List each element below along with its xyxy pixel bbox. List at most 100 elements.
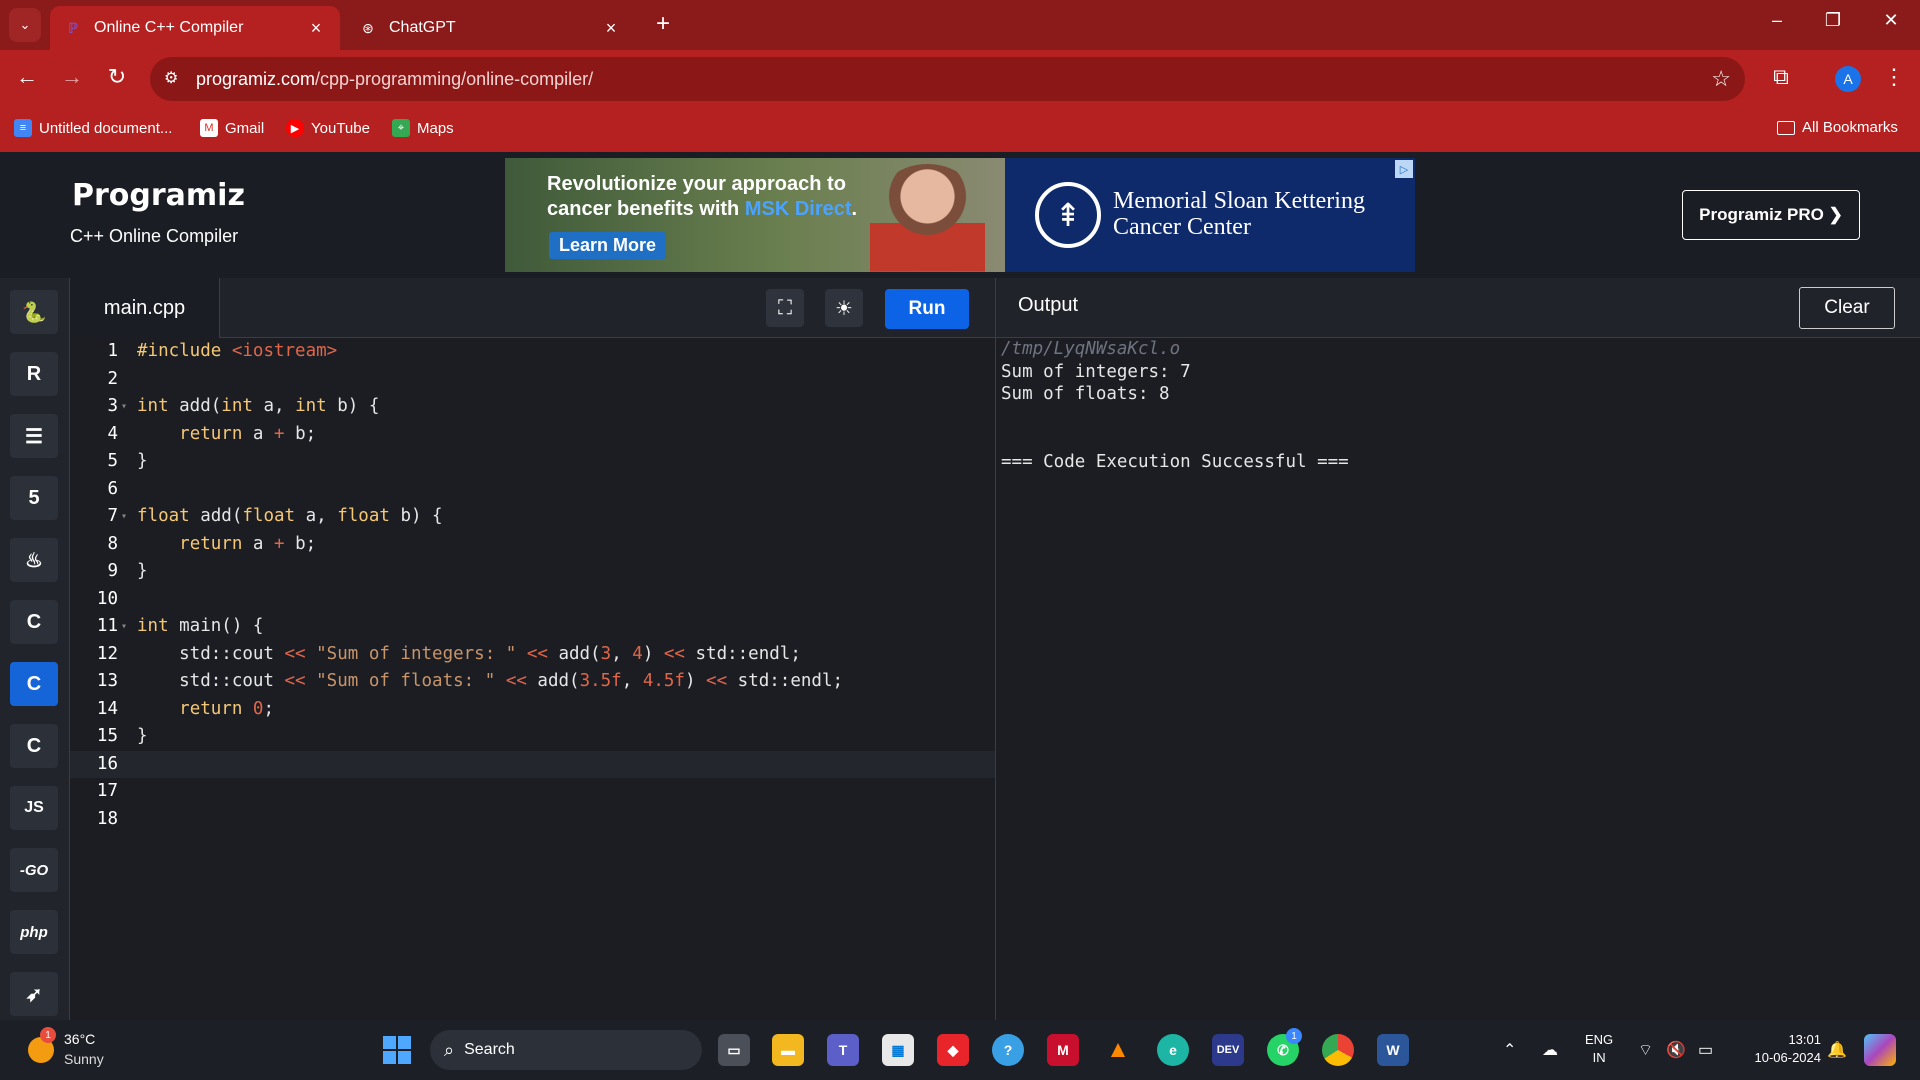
word-icon[interactable]: W (1377, 1034, 1409, 1066)
code-line[interactable]: 14 return 0; (70, 696, 995, 724)
code-editor[interactable]: 1 #include <iostream> 2 3 ▾ int add(int a, in… (70, 338, 995, 1020)
reload-icon[interactable]: ↻ (102, 64, 132, 90)
input-language-indicator[interactable]: ENG IN (1585, 1031, 1613, 1067)
code-line[interactable]: 1 #include <iostream> (70, 338, 995, 366)
folder-icon (1777, 120, 1795, 135)
javascript-icon[interactable]: JS (10, 786, 58, 830)
tab-close-icon[interactable]: × (601, 18, 621, 39)
csharp-language-icon[interactable]: C (10, 724, 58, 768)
code-line[interactable]: 3 ▾ int add(int a, int b) { (70, 393, 995, 421)
r-language-icon[interactable]: R (10, 352, 58, 396)
code-line[interactable]: 5} (70, 448, 995, 476)
output-panel[interactable]: /tmp/LyqNWsaKcl.o Sum of integers: 7 Sum o… (995, 338, 1920, 1020)
go-language-icon[interactable]: -GO (10, 848, 58, 892)
chrome-icon[interactable] (1322, 1034, 1354, 1066)
c-language-icon[interactable]: C (10, 600, 58, 644)
copilot-icon[interactable] (1864, 1034, 1896, 1066)
new-tab-button[interactable]: + (650, 10, 676, 38)
site-info-icon[interactable]: ⚙ (164, 68, 178, 88)
programiz-logo[interactable]: Programiz (72, 178, 245, 213)
bookmark-maps[interactable]: ⌖ Maps (392, 119, 454, 137)
anydesk-icon[interactable]: ◆ (937, 1034, 969, 1066)
fold-arrow-icon[interactable]: ▾ (121, 393, 127, 421)
tab-online-cpp-compiler[interactable]: ℙ Online C++ Compiler × (50, 6, 340, 50)
output-line: === Code Execution Successful === (1001, 451, 1349, 472)
bookmark-youtube[interactable]: ▶ YouTube (286, 119, 370, 137)
advertisement-banner[interactable]: Revolutionize your approach to cancer be… (505, 158, 1415, 272)
task-view-icon[interactable]: ▭ (718, 1034, 750, 1066)
code-line[interactable]: 13 std::cout << "Sum of floats: " << add… (70, 668, 995, 696)
swift-icon[interactable]: ➶ (10, 972, 58, 1016)
mcafee-icon[interactable]: M (1047, 1034, 1079, 1066)
tab-chatgpt[interactable]: ⊛ ChatGPT × (345, 6, 635, 50)
show-hidden-icons[interactable]: ⌃ (1503, 1040, 1516, 1060)
teams-icon[interactable]: T (827, 1034, 859, 1066)
html5-icon[interactable]: 5 (10, 476, 58, 520)
code-line[interactable]: 16 (70, 750, 995, 778)
vlc-icon[interactable]: ▲ (1102, 1034, 1134, 1066)
address-bar[interactable]: ⚙ programiz.com/cpp-programming/online-c… (150, 57, 1745, 101)
bookmark-untitled-document[interactable]: ≡ Untitled document... (14, 119, 172, 137)
windows-start-icon[interactable] (383, 1036, 411, 1064)
theme-toggle-sun-icon[interactable]: ☀ (825, 289, 863, 327)
code-line[interactable]: 17 (70, 778, 995, 806)
cpp-language-icon[interactable]: C (10, 662, 58, 706)
sql-database-icon[interactable]: ☰ (10, 414, 58, 458)
search-label: Search (464, 1041, 515, 1058)
profile-avatar[interactable]: A (1835, 66, 1861, 92)
bookmark-gmail[interactable]: M Gmail (200, 119, 264, 137)
restore-icon[interactable]: ❐ (1818, 10, 1848, 31)
taskbar-search-box[interactable]: ⌕ Search (430, 1030, 702, 1070)
onedrive-icon[interactable]: ☁ (1542, 1040, 1558, 1060)
tab-close-icon[interactable]: × (306, 18, 326, 39)
minimize-icon[interactable]: – (1762, 10, 1792, 31)
java-icon[interactable]: ♨ (10, 538, 58, 582)
microsoft-store-icon[interactable]: ▦ (882, 1034, 914, 1066)
clear-output-button[interactable]: Clear (1799, 287, 1895, 329)
code-line[interactable]: 7 ▾ float add(float a, float b) { (70, 503, 995, 531)
taskbar-clock[interactable]: 13:01 10-06-2024 (1735, 1031, 1822, 1067)
code-line[interactable]: 18 (70, 806, 995, 834)
close-window-icon[interactable]: ✕ (1876, 10, 1906, 31)
extensions-icon[interactable]: ⧉ (1766, 64, 1796, 90)
forward-icon[interactable]: → (57, 64, 87, 90)
code-text: float add(float a, float b) { (137, 506, 443, 526)
battery-icon[interactable]: ▭ (1698, 1040, 1713, 1060)
python-icon[interactable]: 🐍 (10, 290, 58, 334)
code-line[interactable]: 11 ▾ int main() { (70, 613, 995, 641)
code-line[interactable]: 15} (70, 723, 995, 751)
code-line[interactable]: 9} (70, 558, 995, 586)
file-tab-main-cpp[interactable]: main.cpp (70, 278, 220, 338)
fold-arrow-icon[interactable]: ▾ (121, 503, 127, 531)
menu-icon[interactable]: ⋮ (1879, 64, 1909, 90)
wifi-icon[interactable]: ⌔ (1638, 1040, 1653, 1060)
notification-bell-icon[interactable]: 🔔 (1827, 1040, 1847, 1060)
dev-tool-icon[interactable]: DEV (1212, 1034, 1244, 1066)
programiz-pro-button[interactable]: Programiz PRO ❯ (1682, 190, 1860, 240)
code-line[interactable]: 6 (70, 476, 995, 504)
weather-temperature[interactable]: 36°C (64, 1031, 95, 1047)
url-text[interactable]: programiz.com/cpp-programming/online-com… (196, 69, 593, 90)
ad-learn-more-button[interactable]: Learn More (549, 232, 667, 259)
help-icon[interactable]: ? (992, 1034, 1024, 1066)
back-icon[interactable]: ← (12, 64, 42, 90)
code-line[interactable]: 2 (70, 366, 995, 394)
fullscreen-icon[interactable]: ⛶ (766, 289, 804, 327)
all-bookmarks[interactable]: All Bookmarks (1777, 119, 1898, 136)
code-line[interactable]: 8 return a + b; (70, 531, 995, 559)
edge-icon[interactable]: e (1157, 1034, 1189, 1066)
file-explorer-icon[interactable]: ▬ (772, 1034, 804, 1066)
weather-condition[interactable]: Sunny (64, 1051, 104, 1067)
volume-muted-icon[interactable]: 🔇 (1666, 1040, 1686, 1060)
run-button[interactable]: Run (885, 289, 969, 329)
bookmark-star-icon[interactable]: ☆ (1711, 66, 1731, 92)
code-line[interactable]: 10 (70, 586, 995, 614)
tab-search-button[interactable]: ⌄ (9, 8, 41, 42)
fold-arrow-icon[interactable]: ▾ (121, 613, 127, 641)
code-line[interactable]: 12 std::cout << "Sum of integers: " << a… (70, 641, 995, 669)
php-icon[interactable]: php (10, 910, 58, 954)
code-line[interactable]: 4 return a + b; (70, 421, 995, 449)
line-number: 8 (107, 533, 118, 554)
bookmark-label: Untitled document... (39, 119, 173, 137)
ad-choices-icon[interactable]: ▷ (1395, 160, 1413, 178)
